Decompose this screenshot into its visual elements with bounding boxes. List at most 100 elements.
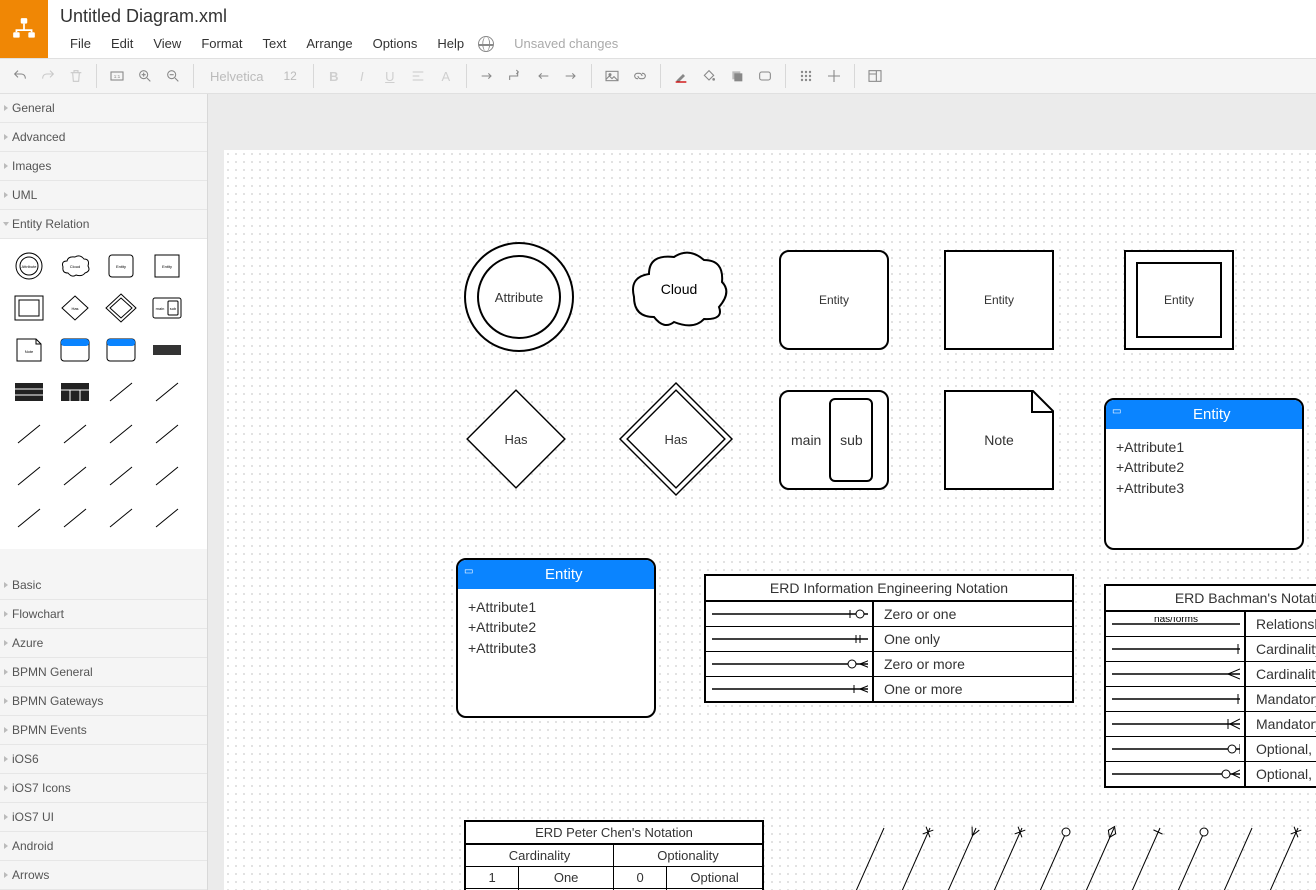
sidebar-section[interactable]: UML xyxy=(0,181,207,210)
link-button[interactable] xyxy=(626,62,654,90)
line-start-button[interactable] xyxy=(529,62,557,90)
palette-shape[interactable] xyxy=(98,329,144,371)
line-end-button[interactable] xyxy=(557,62,585,90)
palette-connector[interactable] xyxy=(144,371,190,413)
document-title[interactable]: Untitled Diagram.xml xyxy=(60,4,1306,28)
shape-cloud[interactable]: Cloud xyxy=(624,242,734,342)
palette-shape[interactable] xyxy=(52,329,98,371)
sidebar-section[interactable]: Flowchart xyxy=(0,600,207,629)
sidebar-section[interactable]: BPMN Gateways xyxy=(0,687,207,716)
redo-button[interactable] xyxy=(34,62,62,90)
shape-note[interactable]: Note xyxy=(944,390,1054,490)
menu-arrange[interactable]: Arrange xyxy=(296,32,362,55)
palette-connector[interactable] xyxy=(6,413,52,455)
zoom-reset-button[interactable]: 1:1 xyxy=(103,62,131,90)
shape-entity-frame[interactable]: Entity xyxy=(1124,250,1234,350)
shape-entity-table-1[interactable]: ▭Entity +Attribute1 +Attribute2 +Attribu… xyxy=(1104,398,1304,550)
shape-ie-notation[interactable]: ERD Information Engineering Notation Zer… xyxy=(704,574,1074,703)
menu-options[interactable]: Options xyxy=(363,32,428,55)
svg-text:Entity: Entity xyxy=(116,264,126,269)
menu-text[interactable]: Text xyxy=(252,32,296,55)
sidebar-section[interactable]: BPMN Events xyxy=(0,716,207,745)
waypoint-button[interactable] xyxy=(501,62,529,90)
sidebar-section[interactable]: iOS7 UI xyxy=(0,803,207,832)
menu-format[interactable]: Format xyxy=(191,32,252,55)
palette-connector[interactable] xyxy=(6,497,52,539)
menu-file[interactable]: File xyxy=(60,32,101,55)
underline-button[interactable]: U xyxy=(376,62,404,90)
sidebar-section-entity-relation[interactable]: Entity Relation xyxy=(0,210,207,239)
stroke-color-button[interactable] xyxy=(667,62,695,90)
font-size[interactable]: 12 xyxy=(273,69,306,83)
delete-button[interactable] xyxy=(62,62,90,90)
palette-shape[interactable]: Entity xyxy=(98,245,144,287)
palette-shape[interactable]: Entity xyxy=(144,245,190,287)
sidebar-section[interactable]: iOS7 Icons xyxy=(0,774,207,803)
menu-edit[interactable]: Edit xyxy=(101,32,143,55)
shape-bachman-notation[interactable]: ERD Bachman's Notation has/formsRelation… xyxy=(1104,584,1316,788)
sidebar-section[interactable]: Advanced xyxy=(0,123,207,152)
sidebar-section[interactable]: Arrows xyxy=(0,861,207,890)
palette-connector[interactable] xyxy=(98,455,144,497)
sidebar-section[interactable]: iOS6 xyxy=(0,745,207,774)
table-row: 1One0Optional xyxy=(466,867,762,889)
sidebar-section[interactable]: Images xyxy=(0,152,207,181)
shape-chen-notation[interactable]: ERD Peter Chen's Notation CardinalityOpt… xyxy=(464,820,764,890)
sidebar-section[interactable]: Android xyxy=(0,832,207,861)
connector-samples[interactable] xyxy=(834,818,1316,890)
sidebar-section[interactable]: General xyxy=(0,94,207,123)
shape-relationship-has[interactable]: Has xyxy=(467,390,565,488)
palette-shape[interactable] xyxy=(144,329,190,371)
font-family[interactable]: Helvetica xyxy=(200,69,273,84)
palette-shape[interactable]: Cloud xyxy=(52,245,98,287)
shape-entity-rounded[interactable]: Entity xyxy=(779,250,889,350)
sidebar-section[interactable]: Basic xyxy=(0,571,207,600)
align-button[interactable] xyxy=(404,62,432,90)
palette-connector[interactable] xyxy=(52,455,98,497)
palette-connector[interactable] xyxy=(52,413,98,455)
sidebar: General Advanced Images UML Entity Relat… xyxy=(0,94,208,890)
palette-shape[interactable]: mainsub xyxy=(144,287,190,329)
bold-button[interactable]: B xyxy=(320,62,348,90)
palette-connector[interactable] xyxy=(98,413,144,455)
image-button[interactable] xyxy=(598,62,626,90)
palette-connector[interactable] xyxy=(144,455,190,497)
shape-entity-rect[interactable]: Entity xyxy=(944,250,1054,350)
language-icon[interactable] xyxy=(478,36,494,52)
menu-help[interactable]: Help xyxy=(427,32,474,55)
palette-shape[interactable]: Note xyxy=(6,329,52,371)
app-logo[interactable] xyxy=(0,0,48,58)
sidebar-section[interactable]: BPMN General xyxy=(0,658,207,687)
format-panel-button[interactable] xyxy=(861,62,889,90)
sidebar-section[interactable]: Azure xyxy=(0,629,207,658)
guides-button[interactable] xyxy=(820,62,848,90)
shape-identifying-relationship[interactable]: Has xyxy=(627,390,725,488)
undo-button[interactable] xyxy=(6,62,34,90)
palette-connector[interactable] xyxy=(144,413,190,455)
fill-color-button[interactable] xyxy=(695,62,723,90)
palette-shape[interactable] xyxy=(6,371,52,413)
grid-dots-button[interactable] xyxy=(792,62,820,90)
shape-weak-entity[interactable]: main sub xyxy=(779,390,889,490)
palette-connector[interactable] xyxy=(6,455,52,497)
connection-button[interactable] xyxy=(473,62,501,90)
palette-shape[interactable]: Has xyxy=(52,287,98,329)
shadow-button[interactable] xyxy=(723,62,751,90)
palette-connector[interactable] xyxy=(98,371,144,413)
italic-button[interactable]: I xyxy=(348,62,376,90)
palette-shape[interactable]: Attribute xyxy=(6,245,52,287)
canvas[interactable]: Attribute Cloud Entity Entity Entity Has… xyxy=(224,150,1316,890)
palette-connector[interactable] xyxy=(98,497,144,539)
rounded-button[interactable] xyxy=(751,62,779,90)
palette-connector[interactable] xyxy=(144,497,190,539)
font-color-button[interactable]: A xyxy=(432,62,460,90)
palette-connector[interactable] xyxy=(52,497,98,539)
palette-shape[interactable] xyxy=(52,371,98,413)
zoom-out-button[interactable] xyxy=(159,62,187,90)
zoom-in-button[interactable] xyxy=(131,62,159,90)
palette-shape[interactable] xyxy=(6,287,52,329)
shape-entity-table-2[interactable]: ▭Entity +Attribute1 +Attribute2 +Attribu… xyxy=(456,558,656,718)
palette-shape[interactable] xyxy=(98,287,144,329)
menu-view[interactable]: View xyxy=(143,32,191,55)
shape-attribute[interactable]: Attribute xyxy=(477,255,561,339)
